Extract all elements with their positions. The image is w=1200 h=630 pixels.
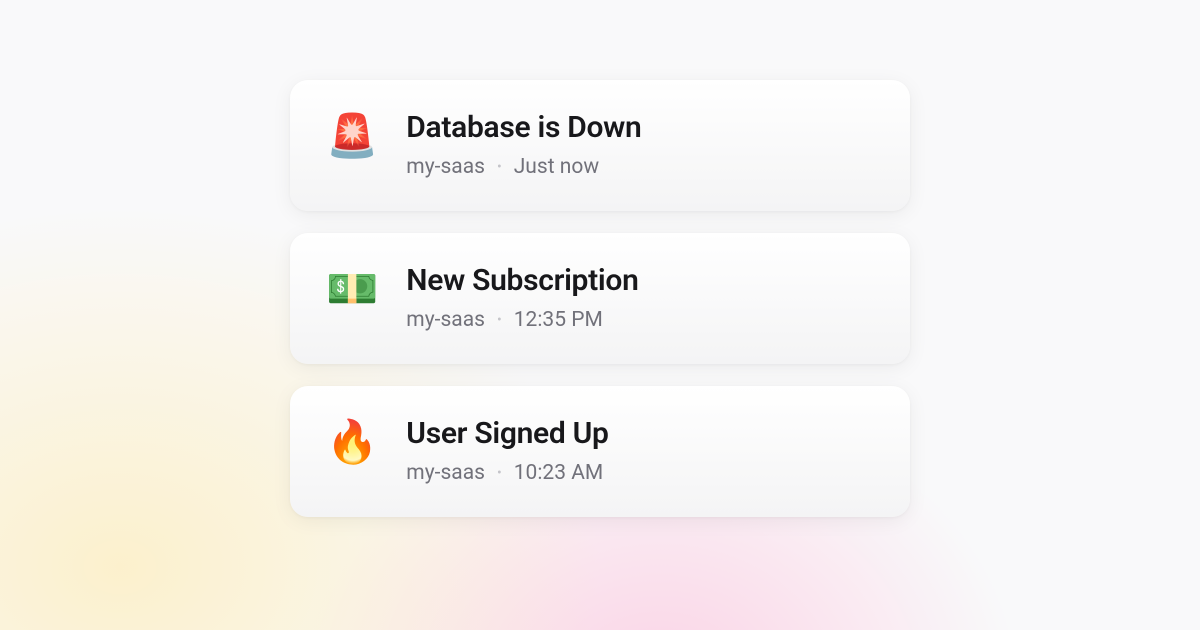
notification-title: Database is Down xyxy=(406,110,641,145)
notification-content: Database is Down my-saas • Just now xyxy=(406,110,641,179)
notification-project: my-saas xyxy=(406,461,485,485)
notification-card[interactable]: 🚨 Database is Down my-saas • Just now xyxy=(290,80,910,211)
meta-separator: • xyxy=(497,159,502,175)
notification-time: 10:23 AM xyxy=(514,461,604,485)
notification-list: 🚨 Database is Down my-saas • Just now 💵 … xyxy=(290,80,910,517)
meta-separator: • xyxy=(497,312,502,328)
money-icon: 💵 xyxy=(326,269,378,311)
notification-title: New Subscription xyxy=(406,263,638,298)
meta-separator: • xyxy=(497,465,502,481)
notification-meta: my-saas • 10:23 AM xyxy=(406,461,608,485)
notification-time: 12:35 PM xyxy=(514,308,603,332)
siren-icon: 🚨 xyxy=(326,116,378,158)
notification-meta: my-saas • 12:35 PM xyxy=(406,308,638,332)
notification-time: Just now xyxy=(514,155,599,179)
fire-icon: 🔥 xyxy=(326,422,378,464)
notification-title: User Signed Up xyxy=(406,416,608,451)
notification-card[interactable]: 🔥 User Signed Up my-saas • 10:23 AM xyxy=(290,386,910,517)
notification-card[interactable]: 💵 New Subscription my-saas • 12:35 PM xyxy=(290,233,910,364)
notification-content: User Signed Up my-saas • 10:23 AM xyxy=(406,416,608,485)
notification-project: my-saas xyxy=(406,308,485,332)
notification-content: New Subscription my-saas • 12:35 PM xyxy=(406,263,638,332)
notification-project: my-saas xyxy=(406,155,485,179)
notification-meta: my-saas • Just now xyxy=(406,155,641,179)
